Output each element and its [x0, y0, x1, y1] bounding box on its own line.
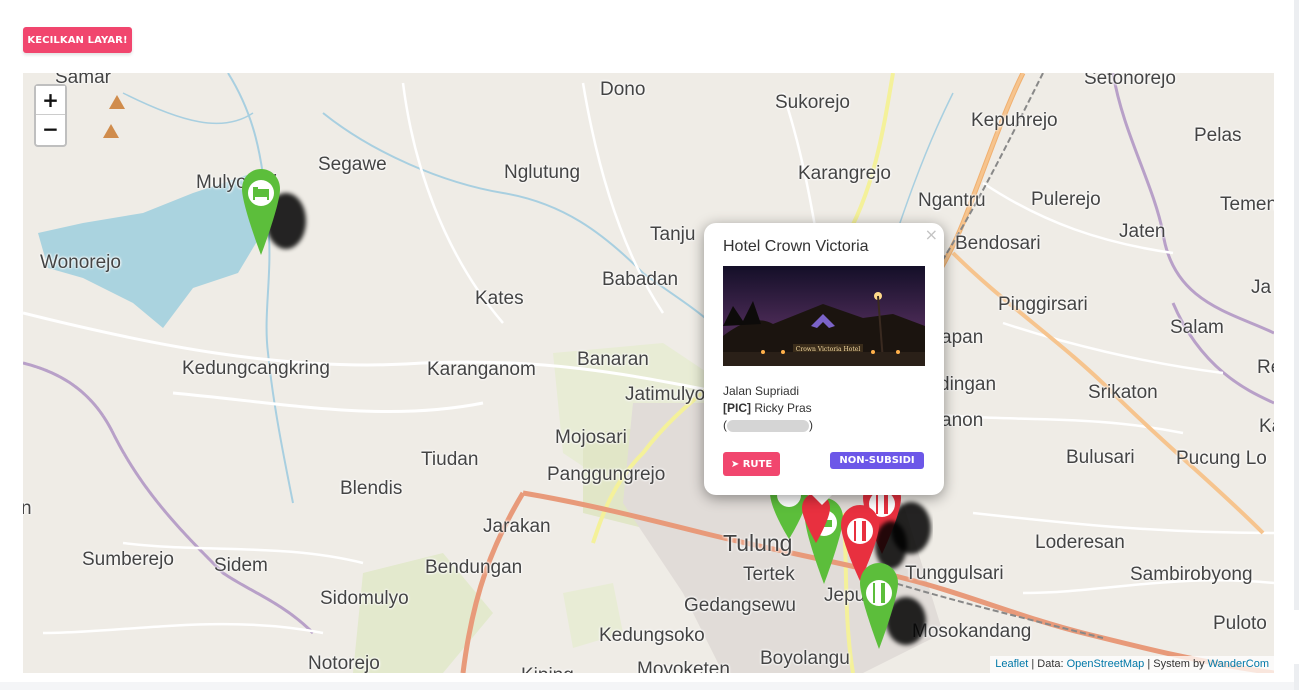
place-label: Blendis — [340, 478, 403, 499]
place-label: Babadan — [602, 269, 679, 290]
place-label: Srikaton — [1088, 382, 1158, 403]
route-button[interactable]: ➤ RUTE — [723, 452, 780, 476]
place-label: Ngantru — [918, 190, 986, 211]
hotel-popup: × Hotel Crown Victoria Crown Victoria Ho… — [704, 223, 944, 495]
page-scroll-edge — [1294, 0, 1299, 690]
place-label: Sumberejo — [82, 549, 174, 570]
place-label: Sambirobyong — [1130, 564, 1253, 585]
send-icon: ➤ — [730, 458, 740, 470]
place-label: Sidem — [214, 555, 268, 576]
place-label: Wonorejo — [40, 252, 121, 273]
wandercom-link[interactable]: WanderCom — [1208, 658, 1269, 670]
place-label: Karangrejo — [798, 163, 891, 184]
place-label: n — [23, 498, 32, 519]
place-label: Kepuhrejo — [971, 110, 1058, 131]
place-label: Temen — [1220, 194, 1274, 215]
restaurant-marker[interactable] — [860, 563, 926, 649]
map-view[interactable]: Samar Dono Sukorejo Setonorejo Kepuhrejo… — [23, 73, 1274, 673]
place-label: Ja — [1251, 277, 1272, 298]
redacted-phone — [727, 419, 809, 432]
openstreetmap-link[interactable]: OpenStreetMap — [1067, 658, 1145, 670]
place-label: Bulusari — [1066, 447, 1135, 468]
place-label: Re — [1257, 357, 1274, 378]
close-icon[interactable]: × — [925, 225, 938, 244]
hotel-marker[interactable] — [242, 169, 306, 255]
leaflet-link[interactable]: Leaflet — [995, 658, 1028, 670]
popup-info: Jalan Supriadi [PIC] Ricky Pras () — [723, 383, 813, 434]
place-label: Kates — [475, 288, 524, 309]
fork-knife-icon — [860, 563, 926, 649]
popup-title: Hotel Crown Victoria — [723, 238, 869, 255]
place-label: Jaten — [1119, 221, 1166, 242]
place-label: Loderesan — [1035, 532, 1125, 553]
place-label: Panggungrejo — [547, 464, 666, 485]
place-label: Ka — [1259, 416, 1274, 437]
place-label: Kiping — [521, 665, 574, 673]
popup-address: Jalan Supriadi — [723, 384, 800, 398]
photo-sign-text: Crown Victoria Hotel — [796, 346, 861, 353]
bed-icon — [242, 169, 306, 255]
place-label: Notorejo — [308, 653, 380, 673]
popup-phone: () — [723, 418, 813, 432]
place-label: Pinggirsari — [998, 294, 1088, 315]
place-label: Moyoketen — [637, 659, 730, 673]
place-label: Pelas — [1194, 125, 1242, 146]
shrink-screen-button[interactable]: KECILKAN LAYAR! — [23, 27, 132, 53]
place-label: Banaran — [577, 349, 649, 370]
side-tab — [1274, 610, 1299, 664]
restaurant-marker[interactable] — [802, 493, 840, 579]
zoom-out-button[interactable]: − — [36, 115, 65, 144]
place-label: Pulerejo — [1031, 189, 1101, 210]
place-label: Tiudan — [421, 449, 479, 470]
place-label: Pucung Lo — [1176, 448, 1267, 469]
place-label: Tertek — [743, 564, 795, 585]
category-badge: NON-SUBSIDI — [830, 452, 924, 469]
place-label: Nglutung — [504, 162, 581, 183]
place-label: Bendosari — [955, 233, 1041, 254]
place-label: Salam — [1170, 317, 1224, 338]
zoom-in-button[interactable]: + — [36, 86, 65, 115]
place-label: Sukorejo — [775, 92, 850, 113]
map-attribution: Leaflet | Data: OpenStreetMap | System b… — [990, 656, 1274, 673]
place-label: Puloto — [1213, 613, 1267, 634]
place-label: Jatimulyo — [625, 384, 706, 405]
place-label: dingan — [939, 374, 997, 395]
place-label: Jarakan — [483, 516, 551, 537]
place-label: Setonorejo — [1084, 73, 1176, 89]
place-label: Boyolangu — [760, 648, 850, 669]
place-label: Bendungan — [425, 557, 523, 578]
place-label: Tanju — [650, 224, 696, 245]
place-label: Segawe — [318, 154, 387, 175]
place-label: Sidomulyo — [320, 588, 409, 609]
place-label: Kedungcangkring — [182, 358, 330, 379]
popup-pic: [PIC] Ricky Pras — [723, 401, 812, 415]
place-label: anon — [941, 410, 984, 431]
hotel-photo: Crown Victoria Hotel — [723, 266, 925, 366]
place-label: Mojosari — [555, 427, 627, 448]
zoom-control: + − — [34, 84, 67, 147]
place-label: Kedungsoko — [599, 625, 705, 646]
place-label: Karanganom — [427, 359, 536, 380]
place-label: Gedangsewu — [684, 595, 796, 616]
place-label: Dono — [600, 79, 646, 100]
place-label: apan — [941, 327, 984, 348]
